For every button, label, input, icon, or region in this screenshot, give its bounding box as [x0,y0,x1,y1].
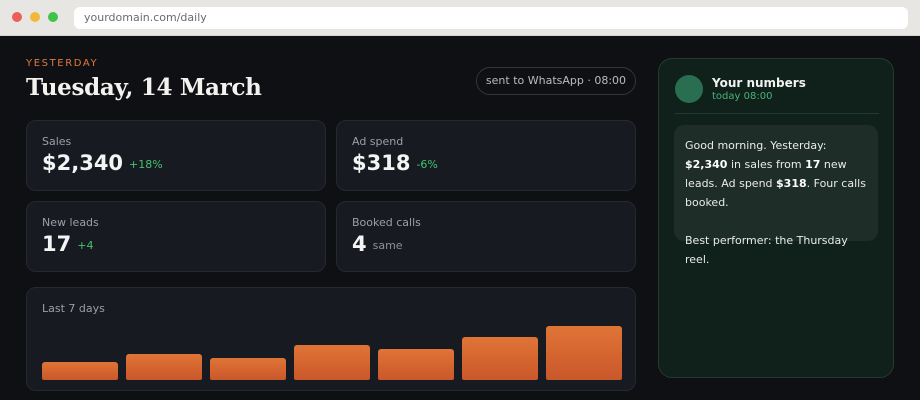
ad-spend-value: $318 [352,151,411,175]
booked-calls-value: 4 [352,232,367,256]
message-bubble: Good morning. Yesterday: $2,340 in sales… [674,125,878,266]
page-title: Tuesday, 14 March [26,74,262,101]
sales-card: Sales $2,340 +18% [26,120,326,191]
chart-bar-day-6 [462,337,538,380]
last-7-days-card: Last 7 days [26,287,636,391]
address-bar-url: yourdomain.com/daily [84,11,207,24]
booked-calls-card: Booked calls 4 same [336,201,636,272]
close-window-button[interactable] [12,12,22,22]
sales-label: Sales [42,135,72,148]
message-paragraph-best: Best performer: the Thursday reel. [685,234,848,266]
chart-bar-day-5 [378,349,454,380]
message-spend: $318 [776,177,807,190]
new-leads-value: 17 [42,232,72,256]
message-paragraph-summary: Good morning. Yesterday: $2,340 in sales… [685,136,867,212]
sales-delta: +18% [129,158,163,171]
minimize-window-button[interactable] [30,12,40,22]
ad-spend-label: Ad spend [352,135,404,148]
new-leads-value-row: 17 +4 [42,232,93,256]
maximize-window-button[interactable] [48,12,58,22]
new-leads-card: New leads 17 +4 [26,201,326,272]
last-7-days-bar-chart [42,322,622,380]
message-sales: $2,340 [685,158,728,171]
sales-value-row: $2,340 +18% [42,151,163,175]
daily-dashboard-page: YESTERDAY Tuesday, 14 March sent to What… [0,36,920,400]
date-eyebrow: YESTERDAY [26,58,99,69]
ad-spend-value-row: $318 -6% [352,151,438,175]
chart-bar-day-4 [294,345,370,380]
message-leads: 17 [805,158,821,171]
browser-chrome: yourdomain.com/daily [0,0,920,36]
chart-bar-day-7 [546,326,622,380]
contact-time: today 08:00 [712,91,773,102]
contact-avatar [675,75,703,103]
message-text: in sales from [727,158,806,171]
address-bar[interactable]: yourdomain.com/daily [74,7,908,29]
sent-status-pill[interactable]: sent to WhatsApp · 08:00 [476,67,636,95]
booked-calls-delta: same [372,239,403,252]
booked-calls-label: Booked calls [352,216,421,229]
booked-calls-value-row: 4 same [352,232,403,256]
ad-spend-card: Ad spend $318 -6% [336,120,636,191]
last-7-days-label: Last 7 days [42,302,105,315]
new-leads-delta: +4 [77,239,94,252]
contact-name: Your numbers [712,76,806,90]
new-leads-label: New leads [42,216,99,229]
chart-bar-day-1 [42,362,118,380]
ad-spend-delta: -6% [416,158,438,171]
message-text: Good morning. Yesterday: [685,139,827,152]
chart-bar-day-2 [126,354,202,380]
chart-bar-day-3 [210,358,286,380]
sales-value: $2,340 [42,151,124,175]
whatsapp-preview-panel: Your numbers today 08:00 Good morning. Y… [658,58,894,378]
header-divider [675,113,879,114]
